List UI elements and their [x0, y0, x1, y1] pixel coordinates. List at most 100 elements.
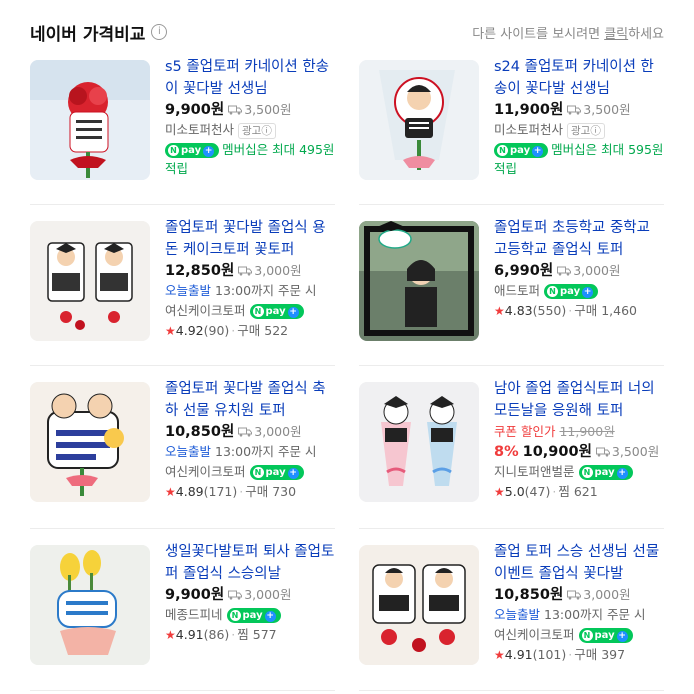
n-logo-icon: N: [252, 467, 264, 478]
discount-rate: 8%: [494, 444, 519, 460]
ad-badge[interactable]: 광고ⓘ: [567, 123, 605, 139]
n-logo-icon: N: [229, 610, 241, 621]
n-logo-icon: N: [581, 630, 593, 641]
review-count[interactable]: (101): [533, 647, 567, 662]
purchase-label: 구매: [245, 484, 269, 499]
plus-icon: +: [532, 146, 544, 157]
star-icon: ★: [165, 628, 176, 642]
seller-name[interactable]: 여신케이크토퍼: [165, 303, 246, 318]
purchase-label: 구매: [574, 647, 598, 662]
today-shipping-label: 오늘출발: [165, 283, 212, 298]
product-card[interactable]: s5 졸업토퍼 카네이션 한송이 꽃다발 선생님 9,900원 3,500원 미소…: [30, 56, 335, 180]
plus-icon: +: [264, 611, 276, 622]
n-logo-icon: N: [547, 286, 558, 297]
price-line: 10,850원 3,000원: [494, 585, 664, 605]
product-title[interactable]: 졸업토퍼 꽃다발 졸업식 축하 선물 유치원 토퍼: [165, 378, 335, 422]
shipping-amount: 3,000원: [254, 424, 302, 439]
n-logo-icon: N: [252, 306, 264, 317]
product-card[interactable]: 졸업토퍼 꽃다발 졸업식 축하 선물 유치원 토퍼 10,850원 3,000원 …: [30, 378, 335, 502]
shipping-amount: 3,500원: [583, 102, 631, 117]
coupon-line: 쿠폰 할인가 11,900원: [494, 422, 664, 442]
product-card[interactable]: s24 졸업토퍼 카네이션 한송이 꽃다발 선생님 11,900원 3,500원 …: [359, 56, 664, 180]
hint-click-link[interactable]: 클릭: [604, 27, 628, 42]
seller-line: 메종드피네 Npay +: [165, 605, 335, 625]
product-price: 6,990원: [494, 263, 554, 279]
product-price: 11,900원: [494, 102, 564, 118]
product-title[interactable]: s5 졸업토퍼 카네이션 한송이 꽃다발 선생님: [165, 56, 335, 100]
product-title[interactable]: 남아 졸업 졸업식토퍼 너의모든날을 응원해 토퍼: [494, 378, 664, 422]
product-info: s5 졸업토퍼 카네이션 한송이 꽃다발 선생님 9,900원 3,500원 미소…: [165, 56, 335, 178]
product-title[interactable]: 졸업 토퍼 스승 선생님 선물 이벤트 졸업식 꽃다발: [494, 541, 664, 585]
npay-label: pay: [265, 467, 286, 478]
npay-badge: Npay +: [544, 284, 599, 299]
purchase-label: 구매: [574, 303, 598, 318]
seller-name[interactable]: 미소토퍼천사: [165, 122, 234, 137]
purchase-count: 621: [573, 484, 598, 499]
rating-value: 4.91: [175, 627, 204, 642]
ad-badge[interactable]: 광고ⓘ: [238, 123, 276, 139]
divider: [30, 528, 335, 529]
seller-name[interactable]: 지니토퍼앤벌룬: [494, 464, 575, 479]
today-shipping-line: 오늘출발 13:00까지 주문 시: [165, 442, 335, 462]
rating-value: 4.91: [504, 647, 533, 662]
seller-name[interactable]: 여신케이크토퍼: [494, 627, 575, 642]
product-card[interactable]: 졸업토퍼 꽃다발 졸업식 용돈 케이크토퍼 꽃토퍼 12,850원 3,000원 …: [30, 217, 335, 341]
separator-dot: ·: [239, 484, 244, 499]
rating-value: 4.89: [175, 484, 204, 499]
product-title[interactable]: 졸업토퍼 꽃다발 졸업식 용돈 케이크토퍼 꽃토퍼: [165, 217, 335, 261]
seller-name[interactable]: 여신케이크토퍼: [165, 464, 246, 479]
star-icon: ★: [165, 324, 176, 338]
today-shipping-label: 오늘출발: [165, 444, 212, 459]
purchase-count: 1,460: [601, 303, 638, 318]
seller-line: 여신케이크토퍼 Npay +: [165, 301, 335, 321]
hint-text-post: 하세요: [628, 26, 664, 42]
product-price: 9,900원: [165, 587, 225, 603]
review-count[interactable]: (47): [525, 484, 551, 499]
seller-name[interactable]: 메종드피네: [165, 607, 223, 622]
npay-badge: Npay +: [494, 143, 549, 158]
info-circle-icon[interactable]: i: [151, 24, 168, 40]
product-thumbnail[interactable]: [30, 221, 150, 341]
npay-label: pay: [265, 306, 286, 317]
today-shipping-line: 오늘출발 13:00까지 주문 시: [494, 605, 664, 625]
product-info: 졸업토퍼 꽃다발 졸업식 축하 선물 유치원 토퍼 10,850원 3,000원 …: [165, 378, 335, 502]
product-thumbnail[interactable]: [30, 545, 150, 665]
product-thumbnail[interactable]: [30, 60, 150, 180]
separator-dot: ·: [231, 627, 236, 642]
product-card[interactable]: 남아 졸업 졸업식토퍼 너의모든날을 응원해 토퍼 쿠폰 할인가 11,900원…: [359, 378, 664, 502]
product-thumbnail[interactable]: [359, 545, 479, 665]
today-shipping-detail: 13:00까지 주문 시: [215, 444, 317, 459]
product-card[interactable]: 졸업 토퍼 스승 선생님 선물 이벤트 졸업식 꽃다발 10,850원 3,000…: [359, 541, 664, 665]
product-card[interactable]: 졸업토퍼 초등학교 중학교 고등학교 졸업식 토퍼 6,990원 3,000원 애…: [359, 217, 664, 341]
seller-line: 여신케이크토퍼 Npay +: [494, 625, 664, 645]
section-title: 네이버 가격비교 i: [30, 20, 168, 45]
review-count[interactable]: (90): [204, 323, 230, 338]
shipping-fee: 3,000원: [228, 587, 292, 602]
product-thumbnail[interactable]: [30, 382, 150, 502]
product-info: 졸업토퍼 꽃다발 졸업식 용돈 케이크토퍼 꽃토퍼 12,850원 3,000원 …: [165, 217, 335, 341]
npay-badge: Npay +: [249, 465, 304, 480]
review-count[interactable]: (171): [204, 484, 238, 499]
product-thumbnail[interactable]: [359, 60, 479, 180]
npay-badge: Npay +: [165, 143, 220, 158]
product-title[interactable]: s24 졸업토퍼 카네이션 한송이 꽃다발 선생님: [494, 56, 664, 100]
npay-badge: Npay +: [249, 304, 304, 319]
npay-label: pay: [594, 630, 615, 641]
shipping-amount: 3,500원: [611, 444, 660, 459]
review-count[interactable]: (86): [204, 627, 230, 642]
product-card[interactable]: 생일꽃다발토퍼 퇴사 졸업토퍼 졸업식 스승의날 9,900원 3,000원 메종…: [30, 541, 335, 665]
plus-icon: +: [616, 631, 628, 642]
product-title[interactable]: 졸업토퍼 초등학교 중학교 고등학교 졸업식 토퍼: [494, 217, 664, 261]
seller-name[interactable]: 미소토퍼천사: [494, 122, 563, 137]
star-icon: ★: [494, 304, 505, 318]
seller-name[interactable]: 애드토퍼: [494, 283, 540, 298]
seller-line: 미소토퍼천사 광고ⓘ: [494, 120, 664, 140]
product-title[interactable]: 생일꽃다발토퍼 퇴사 졸업토퍼 졸업식 스승의날: [165, 541, 335, 585]
product-thumbnail[interactable]: [359, 221, 479, 341]
product-price: 10,850원: [494, 587, 564, 603]
npay-badge: Npay +: [226, 608, 281, 623]
review-count[interactable]: (550): [533, 303, 567, 318]
star-icon: ★: [165, 485, 176, 499]
purchase-label: 구매: [237, 323, 261, 338]
product-thumbnail[interactable]: [359, 382, 479, 502]
